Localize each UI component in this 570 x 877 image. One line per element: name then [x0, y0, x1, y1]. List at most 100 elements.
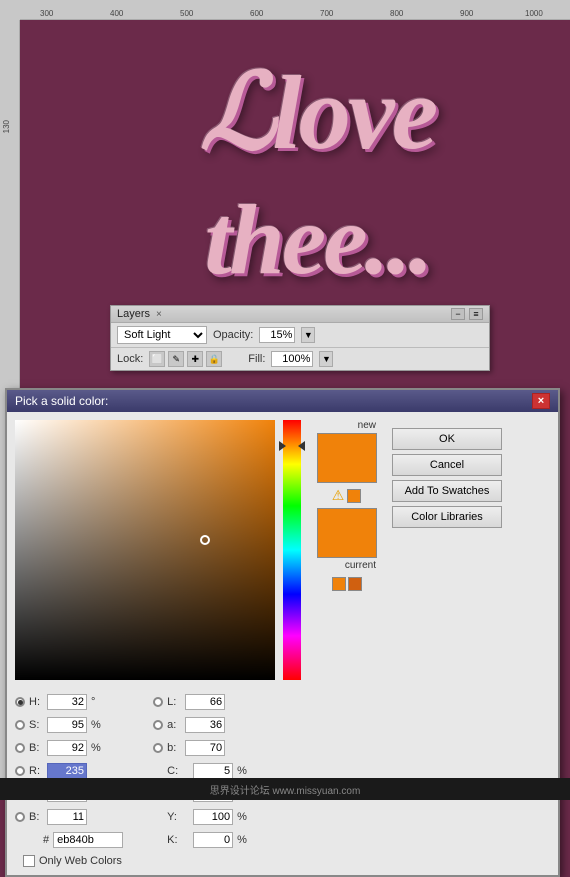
hex-input[interactable] — [53, 832, 123, 848]
red-input[interactable] — [47, 763, 87, 779]
ruler-num-300: 300 — [40, 9, 53, 18]
candy-text-line2: thee... — [70, 175, 565, 305]
new-color-label: new — [358, 420, 376, 431]
web-colors-checkbox[interactable] — [23, 855, 35, 867]
hue-input[interactable] — [47, 694, 87, 710]
blue-label: B: — [29, 811, 43, 823]
brightness-unit: % — [91, 742, 103, 754]
layers-close-button[interactable]: × — [156, 309, 162, 320]
ruler-top: 300 400 500 600 700 800 900 1000 — [20, 0, 570, 20]
blue-radio[interactable] — [15, 812, 25, 822]
fill-arrow-button[interactable]: ▼ — [319, 351, 333, 367]
brightness-label: B: — [29, 742, 43, 754]
lock-image-icon[interactable]: ✎ — [168, 351, 184, 367]
hex-label: # — [43, 834, 49, 846]
K-input[interactable] — [193, 832, 233, 848]
ruler-num-800: 800 — [390, 9, 403, 18]
hue-arrow-right — [298, 441, 305, 451]
color-gradient-square[interactable] — [15, 420, 275, 680]
C-input[interactable] — [193, 763, 233, 779]
b-radio[interactable] — [153, 743, 163, 753]
Y-unit: % — [237, 811, 249, 823]
current-color-swatch[interactable] — [317, 508, 377, 558]
hue-radio[interactable] — [15, 697, 25, 707]
warning-icon[interactable]: ⚠ — [332, 487, 345, 504]
hue-slider — [283, 420, 301, 680]
ok-button[interactable]: OK — [392, 428, 502, 450]
layers-panel: Layers × − ≡ Soft Light Opacity: ▼ Lock:… — [110, 305, 490, 371]
K-label: K: — [167, 834, 189, 846]
L-label: L: — [167, 696, 181, 708]
cp-right-buttons: OK Cancel Add To Swatches Color Librarie… — [392, 420, 502, 680]
b-label: b: — [167, 742, 181, 754]
saturation-input[interactable] — [47, 717, 87, 733]
lock-all-icon[interactable]: 🔒 — [206, 351, 222, 367]
ruler-num-700: 700 — [320, 9, 333, 18]
blue-input[interactable] — [47, 809, 87, 825]
opacity-label: Opacity: — [213, 329, 253, 341]
brightness-input[interactable] — [47, 740, 87, 756]
layers-menu-button[interactable]: ≡ — [469, 308, 483, 320]
ruler-num-1000: 1000 — [525, 9, 543, 18]
color-preview-section: new ⚠ current — [309, 420, 384, 680]
gradient-inner — [15, 420, 275, 680]
bottom-strip: 思界设计论坛 www.missyuan.com — [0, 778, 570, 800]
Y-label: Y: — [167, 811, 189, 823]
L-radio[interactable] — [153, 697, 163, 707]
web-safe-color-swatch[interactable] — [347, 489, 361, 503]
hue-unit: ° — [91, 696, 103, 708]
color-sq-1[interactable] — [332, 577, 346, 591]
current-color-label: current — [345, 560, 376, 571]
lock-label: Lock: — [117, 353, 143, 365]
fill-input[interactable] — [271, 351, 313, 367]
lock-move-icon[interactable]: ✚ — [187, 351, 203, 367]
gradient-cursor — [200, 535, 210, 545]
lock-icons-group: ⬜ ✎ ✚ 🔒 — [149, 351, 222, 367]
add-to-swatches-button[interactable]: Add To Swatches — [392, 480, 502, 502]
a-input[interactable] — [185, 717, 225, 733]
layers-minimize-button[interactable]: − — [451, 308, 465, 320]
opacity-arrow-button[interactable]: ▼ — [301, 327, 315, 343]
cancel-button[interactable]: Cancel — [392, 454, 502, 476]
ruler-num-500: 500 — [180, 9, 193, 18]
opacity-input[interactable] — [259, 327, 295, 343]
candy-text-line1: ℒlove — [70, 35, 565, 190]
hue-label: H: — [29, 696, 43, 708]
color-picker-dialog: Pick a solid color: × new ⚠ current — [5, 388, 560, 877]
blend-mode-select[interactable]: Soft Light — [117, 326, 207, 344]
ruler-num-600: 600 — [250, 9, 263, 18]
watermark-text: 思界设计论坛 www.missyuan.com — [210, 782, 361, 797]
new-color-swatch[interactable] — [317, 433, 377, 483]
a-radio[interactable] — [153, 720, 163, 730]
ruler-num-left-130: 130 — [2, 120, 11, 133]
saturation-label: S: — [29, 719, 43, 731]
saturation-unit: % — [91, 719, 103, 731]
K-unit: % — [237, 834, 249, 846]
hue-slider-container[interactable] — [283, 420, 301, 680]
saturation-radio[interactable] — [15, 720, 25, 730]
color-sq-2[interactable] — [348, 577, 362, 591]
layers-blend-toolbar: Soft Light Opacity: ▼ — [111, 323, 489, 348]
L-input[interactable] — [185, 694, 225, 710]
ruler-num-400: 400 — [110, 9, 123, 18]
b-input[interactable] — [185, 740, 225, 756]
hue-arrow-left — [279, 441, 286, 451]
brightness-radio[interactable] — [15, 743, 25, 753]
C-unit: % — [237, 765, 249, 777]
Y-input[interactable] — [193, 809, 233, 825]
ruler-num-900: 900 — [460, 9, 473, 18]
lock-transparent-icon[interactable]: ⬜ — [149, 351, 165, 367]
a-label: a: — [167, 719, 181, 731]
color-picker-titlebar: Pick a solid color: × — [7, 390, 558, 412]
C-label: C: — [167, 765, 189, 777]
fill-label: Fill: — [248, 353, 265, 365]
red-radio[interactable] — [15, 766, 25, 776]
color-picker-title: Pick a solid color: — [15, 394, 108, 408]
layers-lock-toolbar: Lock: ⬜ ✎ ✚ 🔒 Fill: ▼ — [111, 348, 489, 370]
color-picker-body: new ⚠ current OK Cancel Add To Swatches … — [7, 412, 558, 688]
layers-titlebar: Layers × − ≡ — [111, 306, 489, 323]
color-picker-close-button[interactable]: × — [532, 393, 550, 409]
color-libraries-button[interactable]: Color Libraries — [392, 506, 502, 528]
ruler-corner — [0, 0, 20, 20]
web-colors-label: Only Web Colors — [39, 855, 122, 867]
